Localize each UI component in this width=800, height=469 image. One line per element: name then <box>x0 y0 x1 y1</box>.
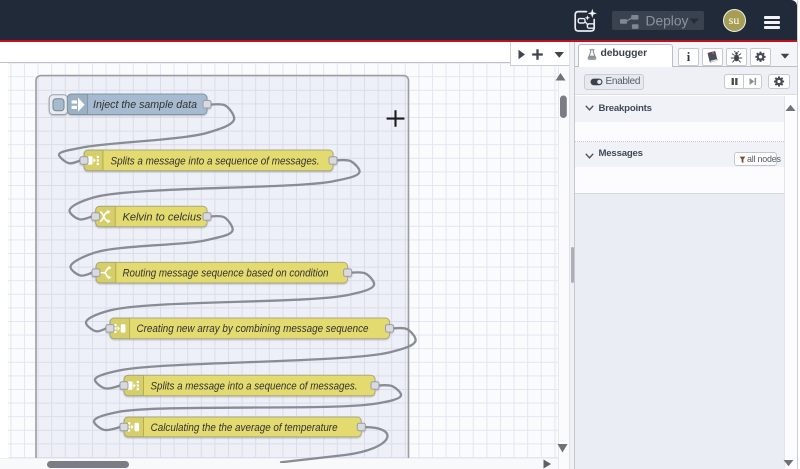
svg-text:Routing message sequence based: Routing message sequence based on condit… <box>123 268 329 280</box>
svg-text:Creating new array by combinin: Creating new array by combining message … <box>137 323 369 335</box>
svg-text:Splits a message into a sequen: Splits a message into a sequence of mess… <box>151 380 358 392</box>
svg-text:Kelvin to celcius: Kelvin to celcius <box>123 212 203 224</box>
svg-text:Inject the sample data: Inject the sample data <box>93 99 197 111</box>
svg-text:Deploy: Deploy <box>646 14 689 29</box>
svg-text:Calculating the the average of: Calculating the the average of temperatu… <box>151 422 338 434</box>
svg-text:Splits a message into a sequen: Splits a message into a sequence of mess… <box>111 155 320 167</box>
